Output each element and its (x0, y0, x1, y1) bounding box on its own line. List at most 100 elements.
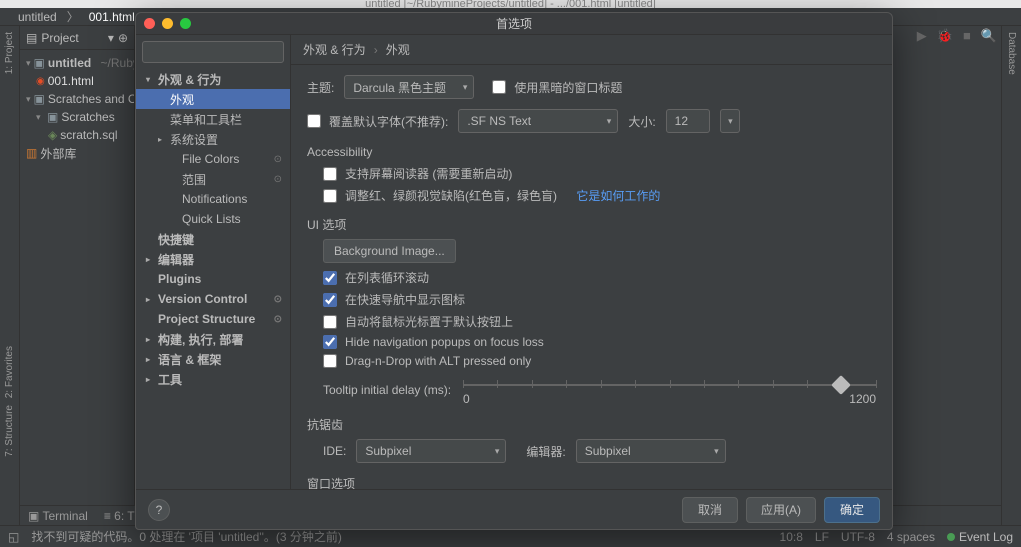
chevron-down-icon: ▾ (146, 75, 154, 84)
settings-tree-item[interactable]: Plugins (136, 269, 290, 289)
settings-tree-label: Plugins (158, 272, 201, 286)
auto-position-checkbox[interactable] (323, 315, 337, 329)
size-label: 大小: (628, 113, 655, 130)
override-font-label: 覆盖默认字体(不推荐): (329, 113, 448, 130)
mac-titlebar: untitled [~/RubymineProjects/untitled] -… (0, 0, 1021, 8)
auto-position-label: 自动将鼠标光标置于默认按钮上 (345, 313, 513, 330)
folder-icon: ▣ (34, 56, 45, 70)
ok-button[interactable]: 确定 (824, 497, 880, 523)
tool-structure[interactable]: 7: Structure (4, 405, 15, 457)
status-encoding[interactable]: UTF-8 (841, 530, 875, 544)
status-indent[interactable]: 4 spaces (887, 530, 935, 544)
folder-icon: ▣ (47, 110, 58, 124)
settings-tree-item[interactable]: Notifications (136, 189, 290, 209)
screen-reader-checkbox[interactable] (323, 167, 337, 181)
chevron-right-icon: ▸ (146, 375, 154, 384)
tree-scratch-file[interactable]: ◈ scratch.sql (20, 126, 134, 144)
show-icons-checkbox[interactable] (323, 293, 337, 307)
project-header[interactable]: ▤ Project ▾ ⊕ (20, 26, 134, 50)
color-deficiency-checkbox[interactable] (323, 189, 337, 203)
apply-button[interactable]: 应用(A) (746, 497, 816, 523)
settings-tree-label: 构建, 执行, 部署 (158, 331, 243, 348)
aa-editor-label: 编辑器: (526, 443, 565, 460)
tree-root[interactable]: ▾ ▣ untitled ~/Rubymin (20, 54, 134, 72)
tree-scratches[interactable]: ▾ ▣ Scratches and Conso (20, 90, 134, 108)
section-window: 窗口选项 (307, 475, 876, 489)
settings-search[interactable] (142, 41, 284, 63)
tool-favorites[interactable]: 2: Favorites (4, 346, 15, 398)
minimize-icon[interactable] (162, 18, 173, 29)
settings-content: 外观 & 行为 › 外观 主题: Darcula 黑色主题 使用黑暗的窗口标题 (291, 35, 892, 489)
tree-external[interactable]: ▥ 外部库 (20, 144, 134, 162)
aa-editor-combo[interactable]: Subpixel (576, 439, 726, 463)
slider-min: 0 (463, 392, 470, 406)
settings-scroll[interactable]: 主题: Darcula 黑色主题 使用黑暗的窗口标题 覆盖默认字体(不推荐): … (291, 65, 892, 489)
scope-mark-icon: ⊙ (274, 154, 282, 165)
chevron-down-icon[interactable]: ▾ (108, 31, 114, 45)
settings-tree-item[interactable]: File Colors⊙ (136, 149, 290, 169)
event-log-button[interactable]: Event Log (947, 530, 1013, 544)
drag-drop-alt-checkbox[interactable] (323, 354, 337, 368)
theme-combo[interactable]: Darcula 黑色主题 (344, 75, 474, 99)
font-combo[interactable]: .SF NS Text (458, 109, 618, 133)
html-icon: ◉ (36, 76, 45, 87)
target-icon[interactable]: ⊕ (118, 31, 128, 45)
breadcrumb-b: 外观 (386, 41, 410, 58)
settings-breadcrumb: 外观 & 行为 › 外观 (291, 35, 892, 65)
settings-tree-item[interactable]: 范围⊙ (136, 169, 290, 189)
background-image-button[interactable]: Background Image... (323, 239, 456, 263)
help-button[interactable]: ? (148, 499, 170, 521)
tree-scratches-sub[interactable]: ▾ ▣ Scratches (20, 108, 134, 126)
breadcrumb-project[interactable]: untitled (8, 10, 67, 24)
settings-tree-item[interactable]: ▸Version Control⊙ (136, 289, 290, 309)
tree-label: Scratches (61, 110, 114, 124)
settings-tree-item[interactable]: 菜单和工具栏 (136, 109, 290, 129)
settings-tree-item[interactable]: ▾外观 & 行为 (136, 69, 290, 89)
settings-tree-item[interactable]: ▸语言 & 框架 (136, 349, 290, 369)
settings-tree-label: 语言 & 框架 (158, 351, 221, 368)
hide-nav-popup-checkbox[interactable] (323, 335, 337, 349)
tool-terminal[interactable]: ▣ Terminal (28, 509, 88, 523)
override-font-checkbox[interactable] (307, 114, 321, 128)
stop-icon[interactable]: ■ (963, 28, 971, 44)
size-stepper[interactable] (720, 109, 740, 133)
color-deficiency-link[interactable]: 它是如何工作的 (576, 187, 660, 204)
dark-title-checkbox[interactable] (492, 80, 506, 94)
cancel-button[interactable]: 取消 (682, 497, 738, 523)
dark-title-label: 使用黑暗的窗口标题 (514, 79, 622, 96)
run-icon[interactable]: ▶ (917, 28, 927, 44)
settings-tree-item[interactable]: Quick Lists (136, 209, 290, 229)
debug-icon[interactable]: 🐞 (937, 28, 953, 44)
section-accessibility: Accessibility (307, 145, 876, 159)
search-icon[interactable]: 🔍 (981, 28, 997, 44)
zoom-icon[interactable] (180, 18, 191, 29)
dialog-footer: ? 取消 应用(A) 确定 (136, 489, 892, 529)
folder-icon: ▤ (26, 31, 37, 45)
close-icon[interactable] (144, 18, 155, 29)
tooltip-delay-slider[interactable]: 01200 (463, 376, 876, 404)
status-line-ending[interactable]: LF (815, 530, 829, 544)
dialog-titlebar[interactable]: 首选项 (136, 13, 892, 35)
aa-ide-combo[interactable]: Subpixel (356, 439, 506, 463)
settings-tree-item[interactable]: ▸编辑器 (136, 249, 290, 269)
cyclic-scroll-checkbox[interactable] (323, 271, 337, 285)
settings-tree-item[interactable]: ▸构建, 执行, 部署 (136, 329, 290, 349)
settings-tree-item[interactable]: Project Structure⊙ (136, 309, 290, 329)
settings-tree-item[interactable]: ▸ 工具 (136, 369, 290, 389)
settings-tree-label: 工具 (158, 371, 182, 388)
settings-tree-label: Notifications (182, 192, 247, 206)
settings-tree-item[interactable]: ▸系统设置 (136, 129, 290, 149)
status-indicator-icon[interactable]: ◱ (8, 530, 19, 544)
size-field[interactable] (666, 109, 710, 133)
breadcrumb-a[interactable]: 外观 & 行为 (303, 41, 366, 58)
tool-project[interactable]: 1: Project (4, 32, 15, 74)
chevron-right-icon: ▸ (146, 255, 154, 264)
settings-tree-label: Version Control (158, 292, 247, 306)
search-input[interactable] (149, 45, 304, 59)
preferences-dialog: 首选项 ▾外观 & 行为外观菜单和工具栏▸系统设置File Colors⊙范围⊙… (135, 12, 893, 530)
tree-file[interactable]: ◉ 001.html (20, 72, 134, 90)
settings-tree-item[interactable]: 快捷键 (136, 229, 290, 249)
settings-tree-item[interactable]: 外观 (136, 89, 290, 109)
tool-database[interactable]: Database (1006, 32, 1017, 75)
status-position[interactable]: 10:8 (780, 530, 803, 544)
